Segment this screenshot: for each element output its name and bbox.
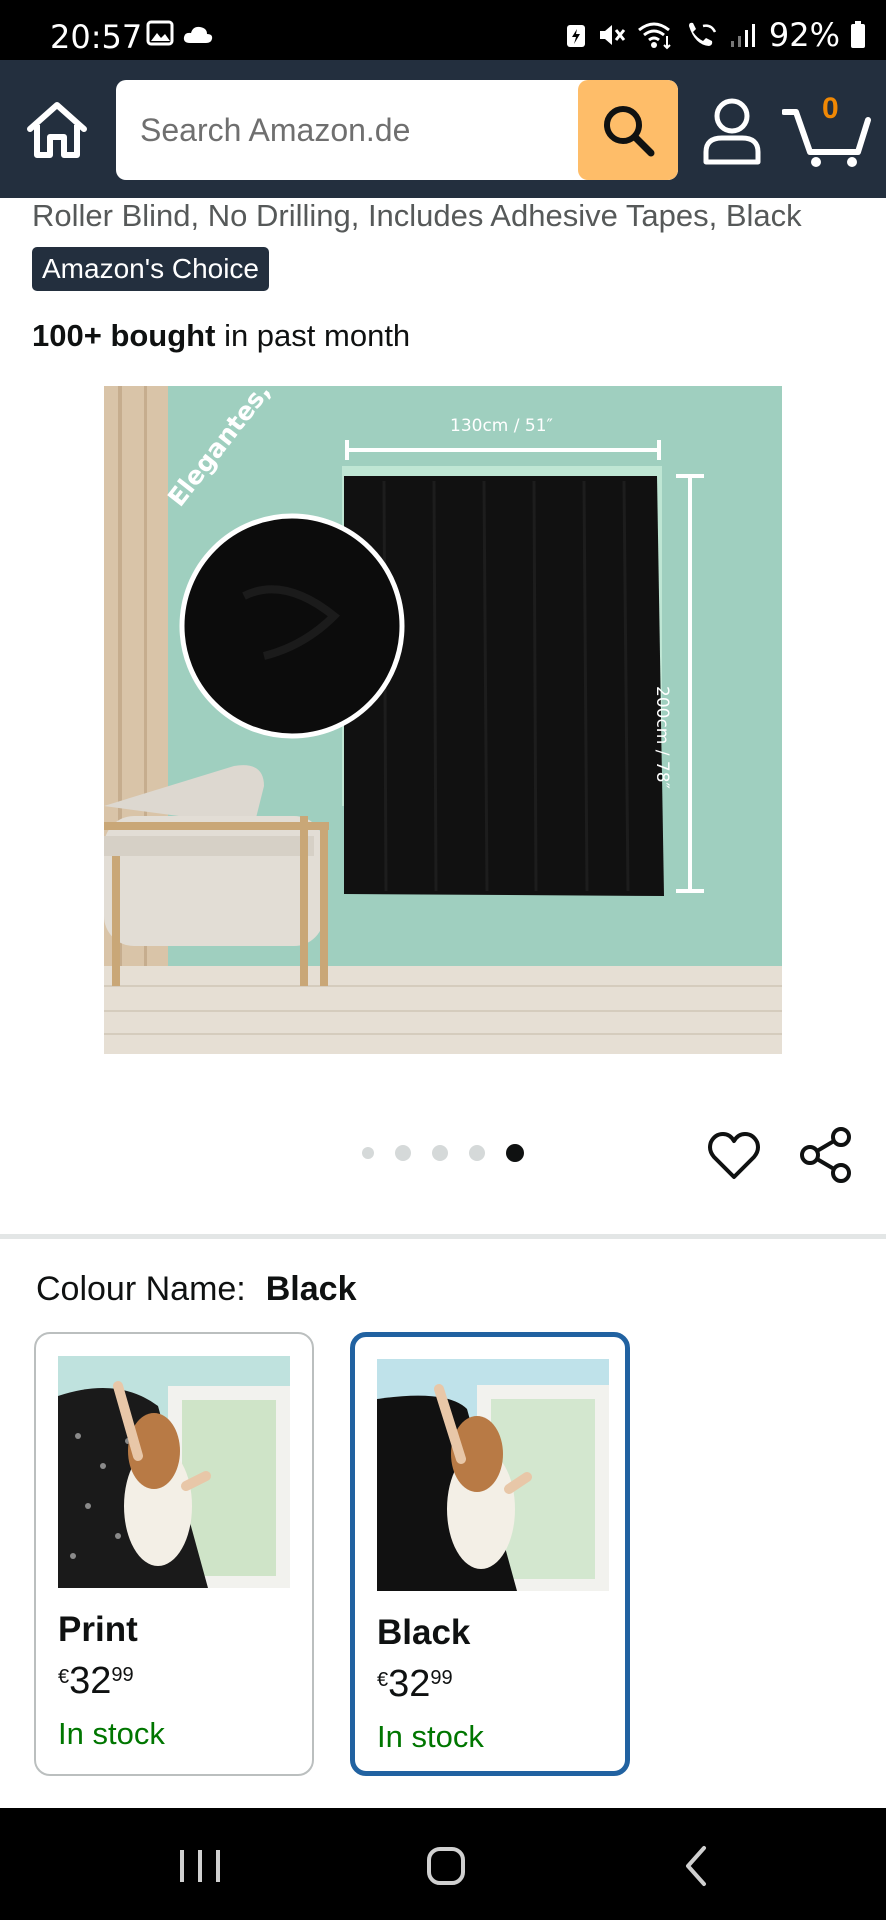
price-currency: € (58, 1666, 70, 1688)
swatch-photo-print (58, 1356, 290, 1588)
signal-icon (730, 24, 755, 47)
battery-icon (851, 21, 865, 48)
colour-selected-value: Black (265, 1270, 357, 1308)
system-nav-bar (0, 1808, 886, 1920)
search-box (116, 80, 678, 180)
price-cents: 99 (430, 1667, 453, 1689)
share-icon[interactable] (798, 1126, 854, 1184)
account-icon[interactable] (700, 96, 764, 166)
width-dimension-label: 130cm / 51″ (450, 416, 553, 436)
carousel-dot-active[interactable] (506, 1144, 524, 1162)
price-currency: € (377, 1669, 389, 1691)
carousel-dot[interactable] (395, 1145, 411, 1161)
carousel-dot[interactable] (432, 1145, 448, 1161)
product-photo (104, 386, 782, 1054)
gallery-icon (146, 20, 174, 46)
price-whole: 32 (69, 1660, 112, 1702)
status-time: 20:57 (50, 18, 143, 56)
product-title[interactable]: Roller Blind, No Drilling, Includes Adhe… (32, 198, 802, 234)
carousel-dot[interactable] (469, 1145, 485, 1161)
search-input[interactable] (116, 80, 578, 180)
mute-icon (599, 25, 626, 45)
swatch-price: € 32 99 (58, 1660, 134, 1703)
home-icon[interactable] (22, 95, 92, 165)
section-divider (0, 1234, 886, 1239)
height-dimension-label: 200cm / 78″ (652, 686, 672, 789)
bought-count: 100+ bought in past month (32, 318, 410, 354)
home-nav-icon[interactable] (416, 1836, 476, 1896)
battery-saver-icon (566, 25, 585, 47)
bought-count-bold: 100+ bought (32, 318, 216, 353)
colour-label-text: Colour Name: (36, 1270, 246, 1308)
carousel-dot[interactable] (362, 1147, 374, 1159)
cart-button[interactable]: 0 (781, 90, 872, 170)
recent-apps-icon[interactable] (170, 1836, 230, 1896)
bought-count-rest: in past month (215, 318, 411, 353)
stock-status: In stock (58, 1716, 165, 1751)
cloud-icon (183, 26, 213, 43)
price-whole: 32 (388, 1663, 431, 1705)
swatch-image-black (377, 1359, 609, 1591)
wifi-call-icon (688, 22, 716, 46)
colour-option-black[interactable]: Black € 32 99 In stock (350, 1332, 630, 1776)
swatch-photo-black (377, 1359, 609, 1591)
swatch-image-print (58, 1356, 290, 1588)
search-button[interactable] (578, 80, 678, 180)
wifi-icon (637, 22, 671, 50)
status-bar: 20:57 92% (0, 0, 886, 60)
status-right: 92% (565, 16, 866, 54)
price-cents: 99 (111, 1664, 134, 1686)
colour-option-print[interactable]: Print € 32 99 In stock (34, 1332, 314, 1776)
amazons-choice-badge: Amazon's Choice (32, 247, 269, 291)
swatch-name: Print (58, 1610, 138, 1649)
swatch-price: € 32 99 (377, 1663, 453, 1706)
swatch-name: Black (377, 1613, 471, 1652)
image-carousel-dots (362, 1144, 545, 1162)
search-icon (604, 106, 655, 157)
stock-status: In stock (377, 1719, 484, 1754)
back-icon[interactable] (666, 1836, 726, 1896)
wishlist-heart-icon[interactable] (706, 1128, 762, 1184)
amazon-header: 0 (0, 60, 886, 198)
product-image[interactable]: 130cm / 51″ 200cm / 78″ Elegantes, schwa… (104, 386, 782, 1054)
battery-percent: 92% (768, 16, 840, 54)
colour-name-label: Colour Name: Black (36, 1270, 356, 1309)
cart-count: 0 (822, 92, 839, 125)
